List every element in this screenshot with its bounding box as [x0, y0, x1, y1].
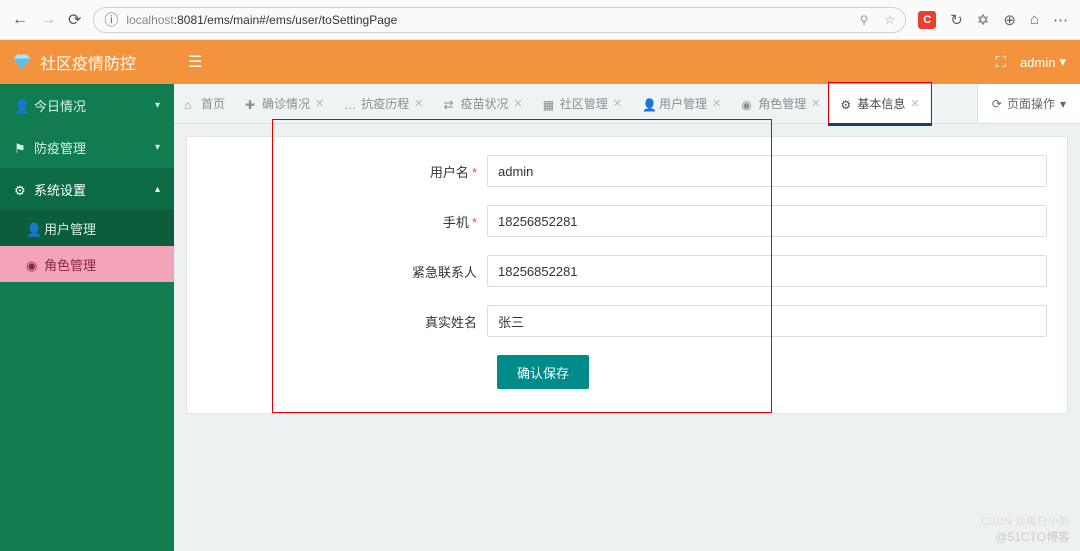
- refresh-icon: ⟳: [992, 97, 1002, 111]
- tab-3[interactable]: ⇄疫苗状况✕: [433, 84, 532, 123]
- diamond-icon: [12, 52, 32, 72]
- close-icon[interactable]: ✕: [414, 97, 423, 110]
- chevron-down-icon: ▾: [1060, 97, 1066, 111]
- chevron-up-icon: ▴: [155, 184, 160, 195]
- tab-bar: ⌂首页✚确诊情况✕…抗疫历程✕⇄疫苗状况✕▦社区管理✕👤用户管理✕◉角色管理✕⚙…: [174, 84, 1080, 124]
- app-title: 社区疫情防控: [40, 50, 136, 74]
- label-emergency: 紧急联系人: [187, 262, 487, 281]
- form-row-phone: 手机*: [187, 205, 1067, 237]
- form-row-emergency: 紧急联系人: [187, 255, 1067, 287]
- top-bar: ☰ ⛶ admin ▾: [174, 40, 1080, 84]
- close-icon[interactable]: ✕: [315, 97, 324, 110]
- phone-field[interactable]: [487, 205, 1047, 237]
- page-operations-dropdown[interactable]: ⟳ 页面操作 ▾: [977, 84, 1080, 123]
- username-field[interactable]: [487, 155, 1047, 187]
- label-phone: 手机*: [187, 212, 487, 231]
- form-row-realname: 真实姓名: [187, 305, 1067, 337]
- chevron-down-icon: ▾: [155, 142, 160, 153]
- browser-back-button[interactable]: ←: [12, 11, 28, 29]
- sidebar-menu: 👤今日情况▾⚑防疫管理▾⚙系统设置▴👤用户管理◉角色管理: [0, 84, 174, 551]
- sidebar-item-1[interactable]: ⚑防疫管理▾: [0, 126, 174, 168]
- form-panel: 用户名* 手机* 紧急联系人真实姓名确认保存: [186, 136, 1068, 414]
- browser-forward-button[interactable]: →: [40, 11, 56, 29]
- app-logo[interactable]: 社区疫情防控: [0, 40, 174, 84]
- browser-refresh-button[interactable]: ⟳: [68, 10, 81, 30]
- user-dropdown[interactable]: admin ▾: [1020, 54, 1066, 70]
- fullscreen-icon[interactable]: ⛶: [996, 54, 1007, 71]
- extension-c-icon[interactable]: C: [918, 11, 936, 29]
- tab-1[interactable]: ✚确诊情况✕: [235, 84, 334, 123]
- extension-history-icon[interactable]: ↻: [950, 11, 963, 29]
- main-area: ☰ ⛶ admin ▾ ⌂首页✚确诊情况✕…抗疫历程✕⇄疫苗状况✕▦社区管理✕👤…: [174, 40, 1080, 551]
- user-icon: 👤: [14, 99, 26, 111]
- browser-menu-icon[interactable]: ⋯: [1053, 11, 1068, 29]
- favorites-bar-icon[interactable]: ✡: [977, 11, 990, 29]
- save-button[interactable]: 确认保存: [497, 355, 589, 389]
- tab-4[interactable]: ▦社区管理✕: [533, 84, 632, 123]
- home-icon: ⌂: [184, 98, 196, 110]
- extension-house-icon[interactable]: ⌂: [1030, 11, 1039, 28]
- emergency-field[interactable]: [487, 255, 1047, 287]
- tab-0[interactable]: ⌂首页: [174, 84, 235, 123]
- sidebar-subitem-0[interactable]: 👤用户管理: [0, 210, 174, 246]
- close-icon[interactable]: ✕: [712, 97, 721, 110]
- dashboard-icon: ◉: [741, 98, 753, 110]
- sidebar: 社区疫情防控 👤今日情况▾⚑防疫管理▾⚙系统设置▴👤用户管理◉角色管理: [0, 40, 174, 551]
- reader-icon[interactable]: ⚲: [860, 13, 869, 27]
- realname-field[interactable]: [487, 305, 1047, 337]
- collections-icon[interactable]: ⊕: [1003, 11, 1016, 29]
- url-text: localhost:8081/ems/main#/ems/user/toSett…: [126, 13, 397, 27]
- tab-6[interactable]: ◉角色管理✕: [731, 84, 830, 123]
- close-icon[interactable]: ✕: [613, 97, 622, 110]
- csdn-watermark: CSDN @每日小新: [981, 513, 1070, 529]
- vial-icon: ⇄: [443, 98, 455, 110]
- site-info-icon[interactable]: ⓘ: [104, 10, 118, 30]
- user-icon: 👤: [26, 222, 38, 234]
- sidebar-toggle-icon[interactable]: ☰: [188, 52, 202, 72]
- close-icon[interactable]: ✕: [811, 97, 820, 110]
- label-realname: 真实姓名: [187, 312, 487, 331]
- label-username: 用户名*: [187, 162, 487, 181]
- browser-extensions: C ↻ ✡ ⊕ ⌂ ⋯: [918, 11, 1068, 29]
- tab-7[interactable]: ⚙基本信息✕: [830, 84, 929, 123]
- sidebar-subitem-1[interactable]: ◉角色管理: [0, 246, 174, 282]
- gears-icon: ⚙: [14, 183, 26, 195]
- tab-2[interactable]: …抗疫历程✕: [334, 84, 433, 123]
- tab-5[interactable]: 👤用户管理✕: [632, 84, 731, 123]
- watermark: @51CTO博客: [995, 528, 1070, 545]
- sidebar-item-2[interactable]: ⚙系统设置▴: [0, 168, 174, 210]
- medkit-icon: ✚: [245, 98, 257, 110]
- favorite-icon[interactable]: ☆: [884, 13, 895, 27]
- user-icon: 👤: [642, 98, 654, 110]
- close-icon[interactable]: ✕: [514, 97, 523, 110]
- chevron-down-icon: ▾: [155, 100, 160, 111]
- flag-icon: ⚑: [14, 141, 26, 153]
- building-icon: ▦: [543, 98, 555, 110]
- content-area: 用户名* 手机* 紧急联系人真实姓名确认保存: [174, 124, 1080, 426]
- dashboard-icon: ◉: [26, 258, 38, 270]
- close-icon[interactable]: ✕: [910, 97, 919, 110]
- chevron-down-icon: ▾: [1059, 54, 1066, 70]
- sidebar-item-0[interactable]: 👤今日情况▾: [0, 84, 174, 126]
- form-row-username: 用户名*: [187, 155, 1067, 187]
- route-icon: …: [344, 98, 356, 110]
- browser-toolbar: ← → ⟳ ⓘ localhost:8081/ems/main#/ems/use…: [0, 0, 1080, 40]
- gears-icon: ⚙: [840, 98, 852, 110]
- address-bar[interactable]: ⓘ localhost:8081/ems/main#/ems/user/toSe…: [93, 7, 906, 33]
